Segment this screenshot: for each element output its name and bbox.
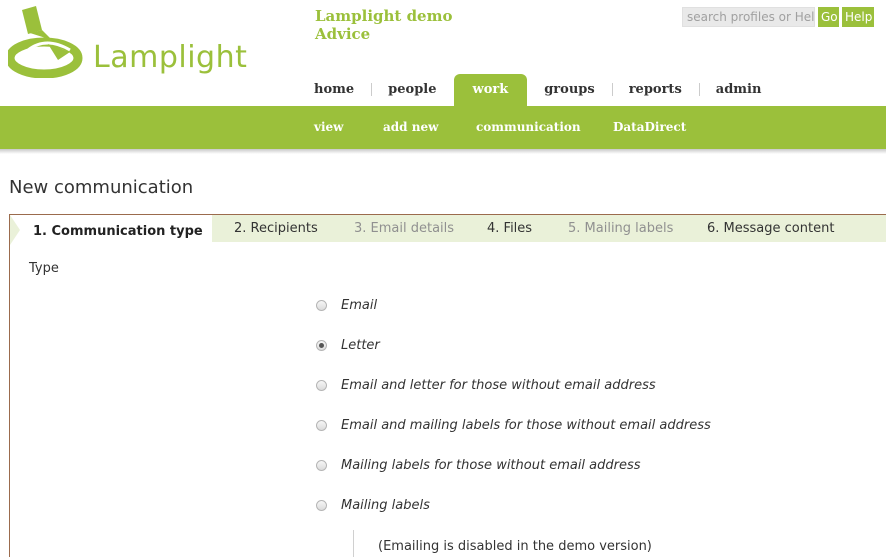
sub-nav: view add new communication DataDirect bbox=[0, 106, 886, 149]
type-label: Type bbox=[29, 261, 59, 276]
radio-email-and-letter[interactable] bbox=[316, 379, 327, 391]
option-label: Email and mailing labels for those witho… bbox=[341, 417, 711, 433]
step-arrow-left bbox=[10, 215, 20, 245]
step-files[interactable]: 4. Files bbox=[487, 221, 532, 236]
option-label: Mailing labels bbox=[341, 497, 430, 513]
step-arrow-right bbox=[202, 215, 212, 245]
radio-email-and-mailing-labels[interactable] bbox=[316, 419, 327, 431]
option-label: Email and letter for those without email… bbox=[341, 377, 656, 393]
site-title-line2: Advice bbox=[315, 25, 371, 43]
option-mailing-labels-without-email[interactable]: Mailing labels for those without email a… bbox=[316, 456, 641, 474]
step-communication-type[interactable]: 1. Communication type bbox=[33, 224, 203, 239]
option-email-and-mailing-labels[interactable]: Email and mailing labels for those witho… bbox=[316, 416, 711, 434]
go-button[interactable]: Go bbox=[818, 7, 839, 27]
option-mailing-labels[interactable]: Mailing labels bbox=[316, 496, 430, 514]
lamplight-logo[interactable]: Lamplight bbox=[5, 6, 248, 79]
nav-work[interactable]: work bbox=[453, 74, 528, 106]
radio-email[interactable] bbox=[316, 299, 327, 311]
option-label: Letter bbox=[341, 337, 380, 353]
option-letter[interactable]: Letter bbox=[316, 336, 380, 354]
nav-reports[interactable]: reports bbox=[611, 74, 699, 106]
radio-mailing-labels-without-email[interactable] bbox=[316, 459, 327, 471]
subnav-view[interactable]: view bbox=[314, 120, 344, 134]
subnav-datadirect[interactable]: DataDirect bbox=[613, 120, 686, 134]
option-email[interactable]: Email bbox=[316, 296, 377, 314]
subnav-communication[interactable]: communication bbox=[476, 120, 581, 134]
step-message-content[interactable]: 6. Message content bbox=[707, 221, 834, 236]
sub-nav-shadow bbox=[0, 149, 886, 154]
demo-note: (Emailing is disabled in the demo versio… bbox=[378, 539, 652, 554]
nav-people[interactable]: people bbox=[371, 74, 453, 106]
step-email-details: 3. Email details bbox=[354, 221, 455, 236]
option-label: Email bbox=[341, 297, 378, 313]
logo-wordmark: Lamplight bbox=[93, 40, 248, 75]
radio-letter[interactable] bbox=[316, 339, 327, 351]
option-email-and-letter[interactable]: Email and letter for those without email… bbox=[316, 376, 656, 394]
radio-mailing-labels[interactable] bbox=[316, 499, 327, 511]
lamp-icon bbox=[5, 6, 83, 79]
option-label: Mailing labels for those without email a… bbox=[341, 457, 641, 473]
nav-groups[interactable]: groups bbox=[527, 74, 611, 106]
site-title-line1: Lamplight demo bbox=[315, 7, 453, 25]
search-input[interactable]: search profiles or Help bbox=[682, 7, 815, 27]
help-button[interactable]: Help bbox=[842, 7, 874, 27]
step-mailing-labels: 5. Mailing labels bbox=[568, 221, 674, 236]
nav-admin[interactable]: admin bbox=[698, 74, 779, 106]
step-recipients[interactable]: 2. Recipients bbox=[234, 221, 318, 236]
page-title: New communication bbox=[9, 177, 194, 198]
site-title: Lamplight demo Advice bbox=[315, 7, 452, 43]
subnav-add-new[interactable]: add new bbox=[383, 120, 438, 134]
main-nav: home people work groups reports admin bbox=[297, 74, 778, 106]
note-divider bbox=[353, 530, 354, 557]
nav-home[interactable]: home bbox=[297, 74, 371, 106]
